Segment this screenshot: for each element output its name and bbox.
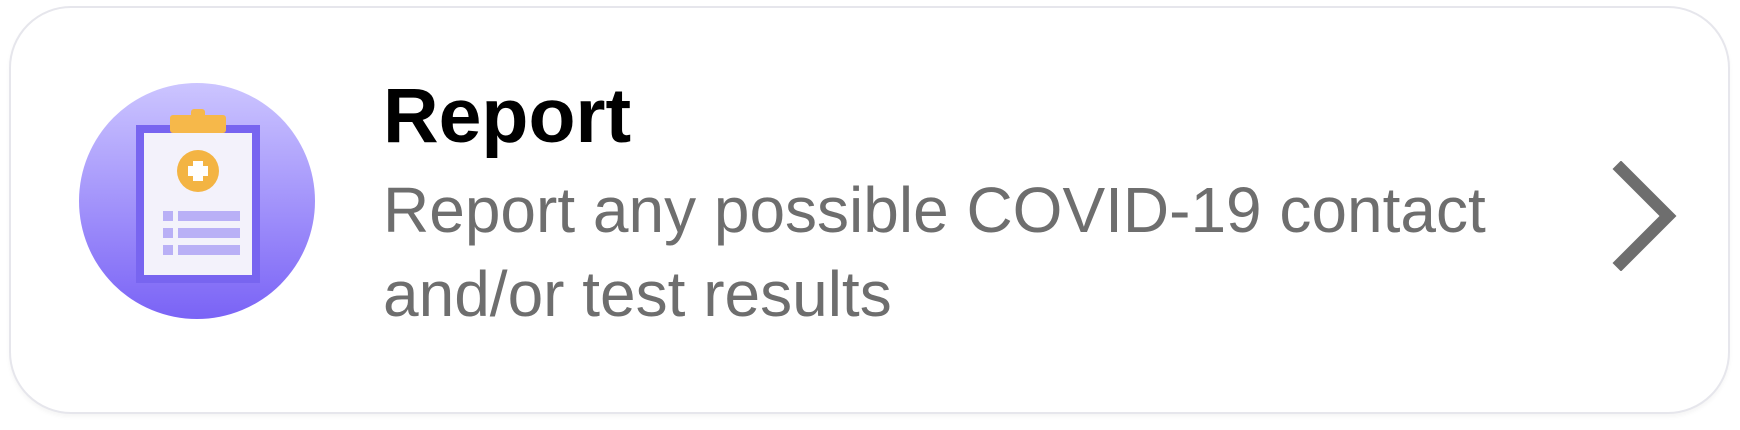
clipboard-medical-icon (79, 83, 315, 319)
chevron-right-icon[interactable] (1611, 161, 1681, 271)
card-text: Report Report any possible COVID-19 cont… (383, 68, 1543, 336)
card-description: Report any possible COVID-19 contact and… (383, 174, 1486, 330)
card-title: Report (383, 73, 632, 159)
report-card[interactable]: Report Report any possible COVID-19 cont… (9, 6, 1730, 414)
